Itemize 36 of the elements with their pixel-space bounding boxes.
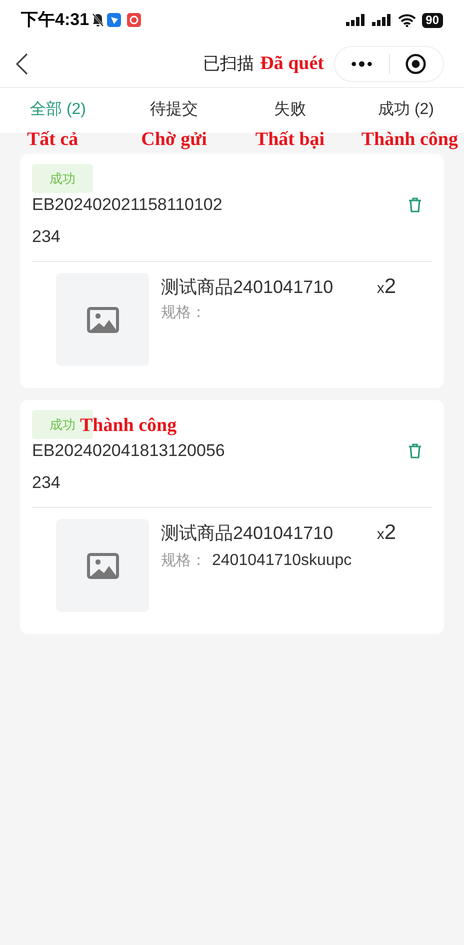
product-name: 测试商品2401041710 — [161, 276, 334, 299]
signal-icon — [346, 14, 366, 26]
filter-tab[interactable]: 待提交 — [150, 100, 198, 120]
wifi-icon — [398, 14, 416, 26]
image-icon — [86, 306, 118, 332]
muted-bell-icon — [92, 13, 104, 27]
translation-note: Thất bại — [255, 130, 325, 149]
translation-note: Thành công — [80, 416, 177, 435]
status-time: 下午4:31 — [21, 9, 90, 32]
record-remark: 234 — [32, 472, 62, 494]
order-number: EB202402021158110102 — [32, 194, 222, 216]
page-title: 已扫描 — [203, 52, 254, 75]
spec-label: 规格： — [161, 551, 206, 571]
record-remark: 234 — [32, 226, 62, 248]
back-icon[interactable] — [16, 52, 28, 74]
delete-icon[interactable] — [408, 197, 422, 213]
spec-value: 2401041710skuupc — [212, 551, 352, 571]
battery-indicator: 90 — [422, 12, 443, 28]
translation-note: Tất cả — [27, 130, 78, 149]
image-icon — [86, 552, 118, 578]
app-notification-icon — [127, 13, 142, 27]
app-notification-icon — [107, 13, 122, 27]
translation-note: Đã quét — [260, 54, 324, 73]
order-number: EB202402041813120056 — [32, 440, 225, 462]
quantity: x2 — [376, 520, 396, 546]
spec-label: 规格： — [161, 303, 206, 323]
status-tag: 成功 — [32, 164, 93, 193]
translation-note: Chờ gửi — [141, 130, 207, 149]
filter-tab[interactable]: 失败 — [274, 100, 306, 120]
product-name: 测试商品2401041710 — [161, 522, 334, 545]
delete-icon[interactable] — [408, 443, 422, 459]
signal-icon — [372, 14, 392, 26]
quantity: x2 — [376, 274, 396, 300]
translation-note: Thành công — [361, 130, 458, 149]
filter-tab[interactable]: 全部 (2) — [30, 100, 86, 120]
filter-tab[interactable]: 成功 (2) — [378, 100, 434, 120]
